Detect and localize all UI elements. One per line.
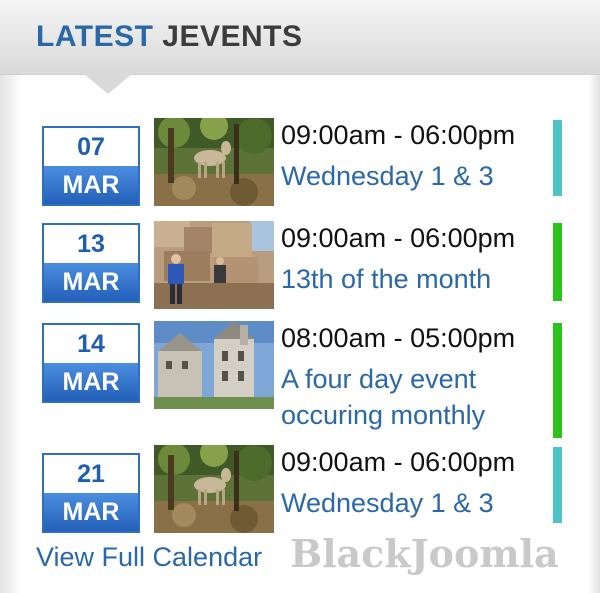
date-day: 14 bbox=[77, 330, 105, 358]
event-title-link[interactable]: A four day event occuring monthly bbox=[281, 361, 531, 433]
view-full-calendar-link[interactable]: View Full Calendar bbox=[36, 542, 262, 573]
header-pointer-arrow bbox=[84, 74, 132, 94]
date-day: 13 bbox=[77, 230, 105, 258]
event-thumbnail[interactable] bbox=[154, 221, 274, 309]
event-item[interactable]: 14 MAR 08:00am - 05:00pm A four day even… bbox=[0, 321, 600, 441]
event-item[interactable]: 21 MAR 09:00am - 06:00pm Wednesday 1 & 3 bbox=[0, 445, 600, 535]
deer-photo bbox=[154, 118, 274, 206]
category-color-bar bbox=[553, 223, 562, 301]
event-title-link[interactable]: Wednesday 1 & 3 bbox=[281, 158, 531, 194]
module-title-rest: JEVENTS bbox=[162, 20, 303, 53]
date-month: MAR bbox=[44, 493, 138, 531]
event-thumbnail[interactable] bbox=[154, 118, 274, 206]
deer-photo bbox=[154, 445, 274, 533]
module-title: LATEST JEVENTS bbox=[36, 20, 303, 54]
date-month: MAR bbox=[44, 166, 138, 204]
date-day: 21 bbox=[77, 460, 105, 488]
date-badge: 07 MAR bbox=[42, 126, 140, 206]
event-thumbnail[interactable] bbox=[154, 445, 274, 533]
date-month: MAR bbox=[44, 263, 138, 301]
module-header: LATEST JEVENTS bbox=[0, 0, 600, 75]
blackjoomla-watermark: BlackJoomla bbox=[290, 531, 559, 576]
event-title-link[interactable]: 13th of the month bbox=[281, 261, 531, 297]
event-time: 08:00am - 05:00pm bbox=[281, 323, 516, 353]
date-badge: 21 MAR bbox=[42, 453, 140, 533]
castle-photo bbox=[154, 321, 274, 409]
event-thumbnail[interactable] bbox=[154, 321, 274, 409]
module-title-accent: LATEST bbox=[36, 20, 154, 53]
event-time: 09:00am - 06:00pm bbox=[281, 120, 516, 150]
date-month: MAR bbox=[44, 363, 138, 401]
event-title-link[interactable]: Wednesday 1 & 3 bbox=[281, 485, 531, 521]
event-item[interactable]: 07 MAR 09:00am - 06:00pm Wednesday 1 & 3 bbox=[0, 118, 600, 208]
date-badge: 14 MAR bbox=[42, 323, 140, 403]
event-time: 09:00am - 06:00pm bbox=[281, 223, 516, 253]
climbers-photo bbox=[154, 221, 274, 309]
category-color-bar bbox=[553, 323, 562, 438]
event-time: 09:00am - 06:00pm bbox=[281, 447, 516, 477]
date-badge: 13 MAR bbox=[42, 223, 140, 303]
event-item[interactable]: 13 MAR 09:00am - 06:00pm 13th of the mon… bbox=[0, 221, 600, 311]
category-color-bar bbox=[553, 447, 562, 523]
date-day: 07 bbox=[77, 133, 105, 161]
latest-jevents-module: LATEST JEVENTS 07 MAR 09:00am - 06:00pm … bbox=[0, 0, 600, 593]
category-color-bar bbox=[553, 120, 562, 196]
